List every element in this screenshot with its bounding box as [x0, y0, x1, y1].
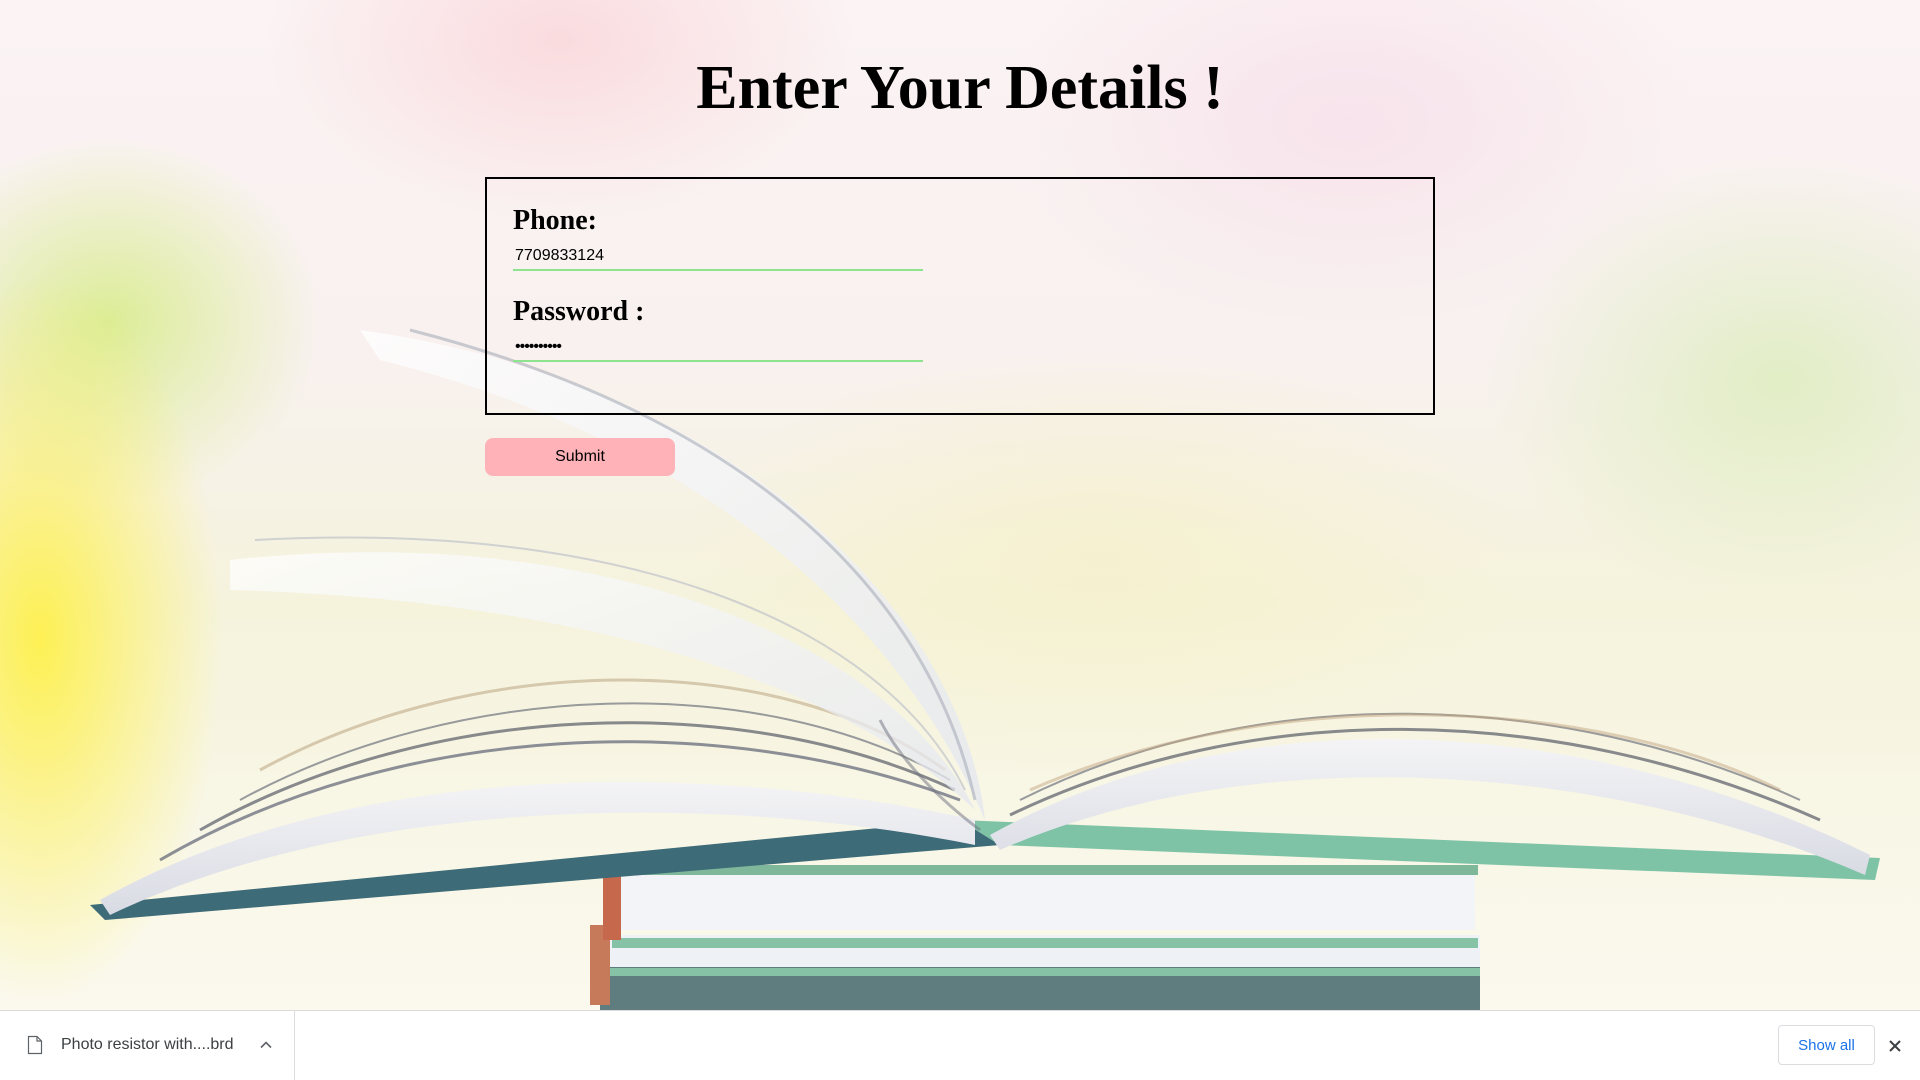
open-book [90, 328, 1880, 920]
phone-label: Phone: [513, 205, 597, 236]
details-form: Phone: Password : •••••••••• [485, 177, 1435, 415]
download-bar: Photo resistor with....brd Show all [0, 1010, 1920, 1080]
background-image [0, 0, 1920, 1010]
password-input[interactable]: •••••••••• [513, 334, 923, 362]
closed-books [590, 865, 1480, 1010]
show-all-button[interactable]: Show all [1778, 1025, 1875, 1065]
file-icon [27, 1035, 43, 1055]
submit-button[interactable]: Submit [485, 438, 675, 476]
phone-input[interactable] [513, 243, 923, 271]
password-label: Password : [513, 296, 645, 327]
download-filename: Photo resistor with....brd [61, 1036, 234, 1053]
download-item[interactable]: Photo resistor with....brd [0, 1011, 295, 1080]
chevron-up-icon[interactable] [258, 1037, 274, 1053]
close-icon[interactable] [1886, 1037, 1904, 1055]
book-stack-illustration [90, 328, 1880, 1010]
page-title: Enter Your Details ! [696, 54, 1224, 122]
